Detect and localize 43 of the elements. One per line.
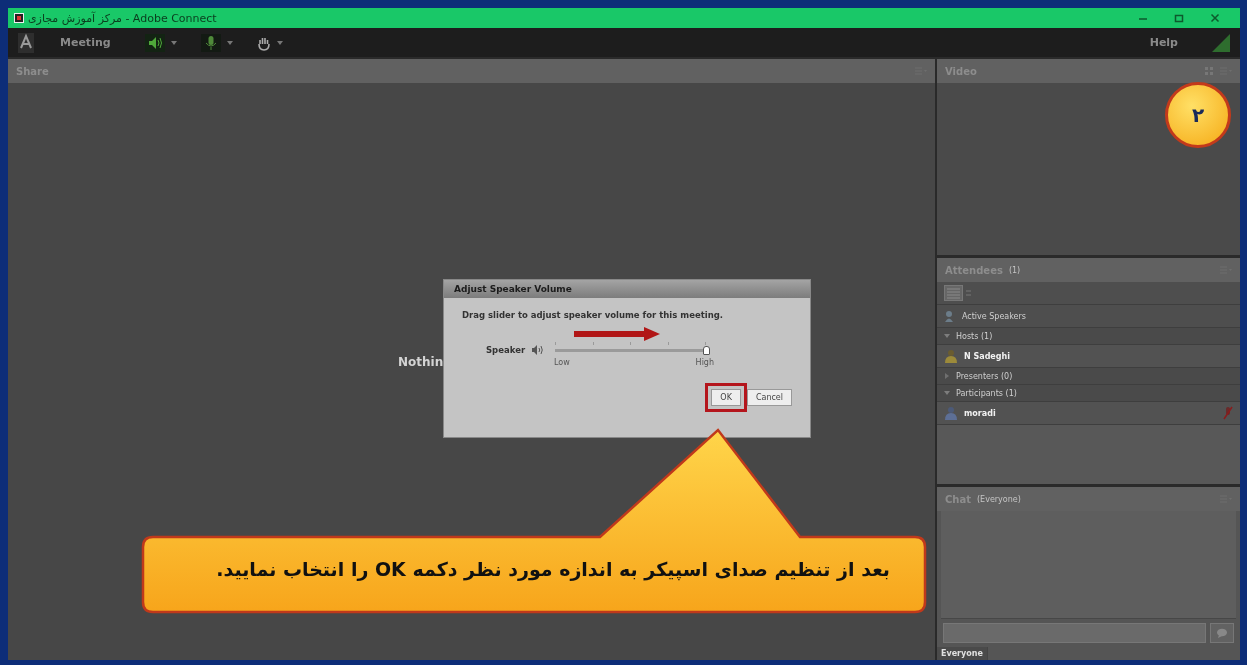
callout-text: بعد از تنظیم صدای اسپیکر به اندازه مورد نظر دکمه OK را انتخاب نمایید.: [215, 558, 890, 580]
close-icon[interactable]: [1210, 13, 1220, 23]
pod-subtitle: (Everyone): [977, 494, 1021, 504]
attendee-group[interactable]: Participants (1): [937, 385, 1240, 402]
muted-microphone-icon: [1223, 406, 1233, 420]
adobe-logo-icon: [18, 32, 34, 53]
active-speakers-label: Active Speakers: [962, 311, 1026, 321]
corner-icon: [1212, 33, 1230, 52]
host-person-icon: [944, 349, 958, 363]
empty-share-message: Nothin: [398, 354, 444, 369]
help-menu[interactable]: Help: [1145, 34, 1182, 51]
microphone-icon[interactable]: [200, 33, 221, 52]
speaker-icon: [531, 345, 544, 355]
attendee-group[interactable]: Presenters (0): [937, 368, 1240, 385]
speech-bubble-icon: [1216, 628, 1228, 638]
send-button[interactable]: [1210, 623, 1234, 643]
dialog-instruction: Drag slider to adjust speaker volume for this meeting.: [462, 310, 725, 320]
caret-icon[interactable]: [170, 40, 177, 45]
dialog-title: Adjust Speaker Volume: [444, 280, 810, 298]
step-number: ۲: [1191, 103, 1205, 127]
speaker-person-icon: [944, 310, 956, 322]
attendee-group[interactable]: Hosts (1): [937, 328, 1240, 345]
restore-icon[interactable]: [1174, 13, 1184, 23]
slider-min-label: Low: [554, 358, 570, 367]
meeting-menu[interactable]: Meeting: [56, 34, 115, 51]
caret-icon[interactable]: [276, 40, 283, 45]
list-view-icon[interactable]: [944, 285, 974, 301]
speaker-icon[interactable]: [144, 33, 165, 52]
expanded-triangle-icon[interactable]: [944, 390, 950, 396]
slider-max-label: High: [695, 358, 714, 367]
window-title: مرکز آموزش مجازی - Adobe Connect: [28, 11, 217, 25]
person-icon: [944, 406, 958, 420]
expanded-triangle-icon[interactable]: [944, 333, 950, 339]
pod-subtitle: (1): [1008, 265, 1021, 275]
chat-tab[interactable]: Everyone: [937, 647, 988, 660]
slider-thumb[interactable]: [703, 346, 711, 355]
volume-slider[interactable]: [555, 342, 708, 358]
collapsed-triangle-icon[interactable]: [944, 373, 950, 379]
chat-input[interactable]: [943, 623, 1206, 643]
slider-label: Speaker: [486, 345, 526, 355]
caret-icon[interactable]: [226, 40, 233, 45]
dialog-button[interactable]: Cancel: [746, 389, 792, 406]
app-icon: [14, 13, 24, 23]
